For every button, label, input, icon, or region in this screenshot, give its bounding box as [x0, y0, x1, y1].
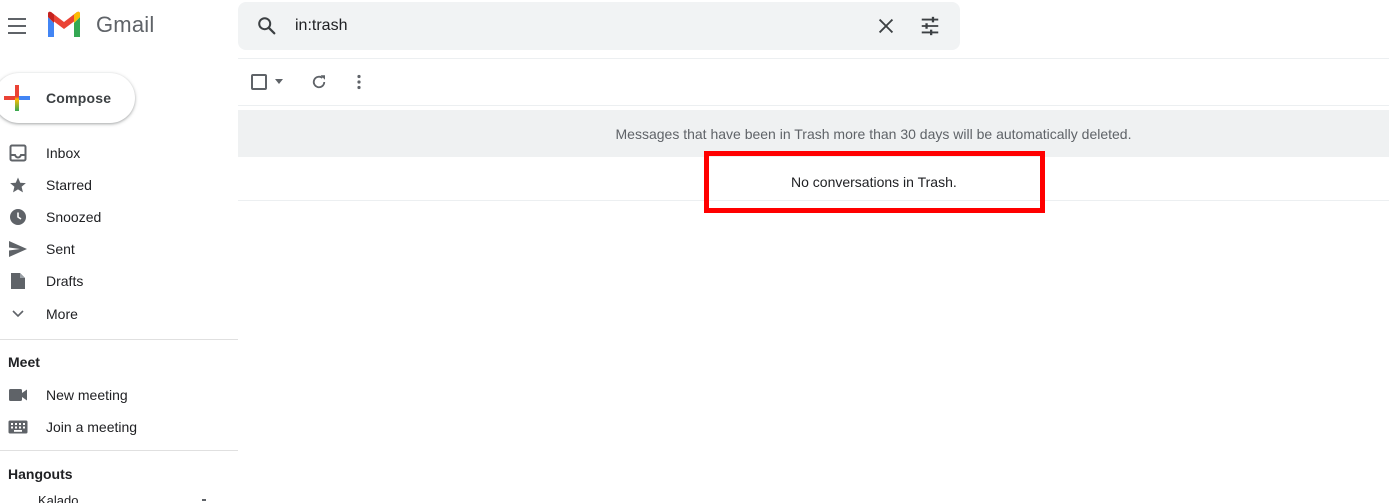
hangouts-user-name[interactable]: Kalado — [38, 493, 78, 503]
main-menu-button[interactable] — [8, 18, 28, 34]
gmail-m-icon — [48, 11, 80, 37]
keyboard-icon — [8, 418, 28, 436]
tune-icon[interactable] — [919, 15, 941, 37]
more-vert-icon[interactable] — [350, 73, 368, 91]
send-icon — [8, 240, 28, 258]
meet-new-meeting[interactable]: New meeting — [0, 379, 238, 411]
compose-button[interactable]: Compose — [0, 73, 135, 123]
sidebar-item-snoozed[interactable]: Snoozed — [0, 201, 238, 233]
toolbar-divider — [238, 105, 1389, 106]
meet-join-meeting[interactable]: Join a meeting — [0, 411, 238, 443]
sidebar-item-label: Inbox — [46, 145, 81, 161]
sidebar-item-more[interactable]: More — [0, 298, 238, 330]
sidebar-divider — [0, 450, 238, 451]
compose-label: Compose — [46, 90, 112, 106]
trash-info-banner: Messages that have been in Trash more th… — [238, 110, 1389, 157]
sidebar-item-sent[interactable]: Sent — [0, 233, 238, 265]
search-bar[interactable] — [238, 2, 960, 50]
menu-icon-bar — [8, 25, 26, 27]
search-icon[interactable] — [256, 15, 278, 37]
sidebar-item-label: Starred — [46, 177, 92, 193]
draft-icon — [8, 272, 28, 290]
star-icon — [8, 176, 28, 194]
sidebar-divider — [0, 339, 238, 340]
compose-plus-icon — [4, 85, 30, 111]
chevron-down-icon — [8, 305, 28, 323]
menu-icon-bar — [8, 18, 26, 20]
sidebar-item-label: Drafts — [46, 273, 84, 289]
sidebar-item-drafts[interactable]: Drafts — [0, 265, 238, 297]
meet-item-label: Join a meeting — [46, 419, 138, 435]
sidebar-item-label: More — [46, 306, 78, 322]
clock-icon — [8, 208, 28, 226]
select-all-checkbox[interactable] — [251, 74, 267, 90]
highlight-annotation-box — [704, 151, 1045, 213]
sidebar-item-starred[interactable]: Starred — [0, 169, 238, 201]
search-input[interactable] — [295, 12, 855, 40]
inbox-icon — [8, 144, 28, 162]
refresh-icon[interactable] — [310, 73, 328, 91]
banner-text: Messages that have been in Trash more th… — [615, 125, 1132, 142]
meet-item-label: New meeting — [46, 387, 128, 403]
meet-section-title: Meet — [8, 354, 40, 370]
sidebar-item-inbox[interactable]: Inbox — [0, 137, 238, 169]
header-divider — [238, 58, 1389, 59]
select-dropdown-caret-icon[interactable] — [275, 79, 283, 84]
videocam-icon — [8, 386, 28, 404]
sidebar-item-label: Sent — [46, 241, 75, 257]
gmail-wordmark: Gmail — [96, 12, 155, 37]
hangouts-caret-icon[interactable] — [202, 499, 206, 501]
menu-icon-bar — [8, 32, 26, 34]
hangouts-section-title: Hangouts — [8, 466, 73, 482]
gmail-logo[interactable]: Gmail — [46, 11, 154, 39]
close-icon[interactable] — [875, 15, 897, 37]
sidebar-item-label: Snoozed — [46, 209, 102, 225]
